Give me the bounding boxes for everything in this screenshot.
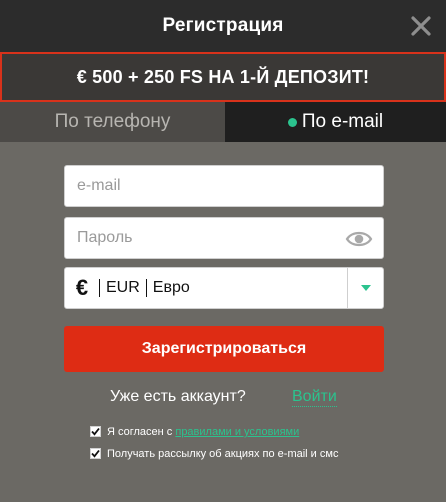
- registration-tabs: По телефону По e-mail: [0, 102, 446, 142]
- tab-phone-label: По телефону: [54, 111, 171, 132]
- email-field[interactable]: [65, 166, 383, 206]
- checkmark-icon: [91, 449, 100, 458]
- promo-text: € 500 + 250 FS НА 1-Й ДЕПОЗИТ!: [76, 66, 370, 87]
- currency-code: EUR: [106, 279, 140, 296]
- password-field[interactable]: [65, 218, 383, 258]
- close-icon[interactable]: [408, 13, 434, 39]
- register-button[interactable]: Зарегистрироваться: [64, 326, 384, 372]
- promo-banner: € 500 + 250 FS НА 1-Й ДЕПОЗИТ!: [0, 52, 446, 102]
- tab-email-label: По e-mail: [301, 111, 384, 132]
- email-field-wrapper: [64, 165, 384, 207]
- terms-checkbox[interactable]: [90, 426, 101, 437]
- newsletter-label: Получать рассылку об акциях по e-mail и …: [107, 448, 339, 460]
- modal-header: Регистрация: [0, 0, 446, 52]
- login-question: Уже есть аккаунт?: [110, 388, 246, 405]
- newsletter-checkbox[interactable]: [90, 448, 101, 459]
- modal-title: Регистрация: [162, 15, 284, 36]
- active-dot-icon: [287, 117, 297, 127]
- chevron-down-icon: [360, 285, 371, 291]
- login-prompt: Уже есть аккаунт? Войти: [0, 388, 446, 410]
- newsletter-checkbox-row: Получать рассылку об акциях по e-mail и …: [90, 447, 350, 462]
- registration-modal: Регистрация € 500 + 250 FS НА 1-Й ДЕПОЗИ…: [0, 0, 446, 502]
- terms-label: Я согласен с правилами и условиями: [107, 425, 299, 440]
- currency-name: Евро: [152, 279, 190, 296]
- eye-icon[interactable]: [345, 229, 373, 249]
- tab-email[interactable]: По e-mail: [225, 102, 446, 142]
- euro-icon: €: [75, 275, 89, 300]
- currency-dropdown-toggle[interactable]: [347, 268, 383, 308]
- login-link[interactable]: Войти: [292, 388, 337, 407]
- tab-phone[interactable]: По телефону: [0, 102, 225, 142]
- checkmark-icon: [91, 427, 100, 436]
- terms-link[interactable]: правилами и условиями: [175, 426, 299, 438]
- currency-select[interactable]: € EUR Евро: [64, 267, 384, 309]
- password-field-wrapper: [64, 217, 384, 259]
- terms-checkbox-row: Я согласен с правилами и условиями: [90, 425, 380, 440]
- terms-prefix: Я согласен с: [107, 426, 176, 438]
